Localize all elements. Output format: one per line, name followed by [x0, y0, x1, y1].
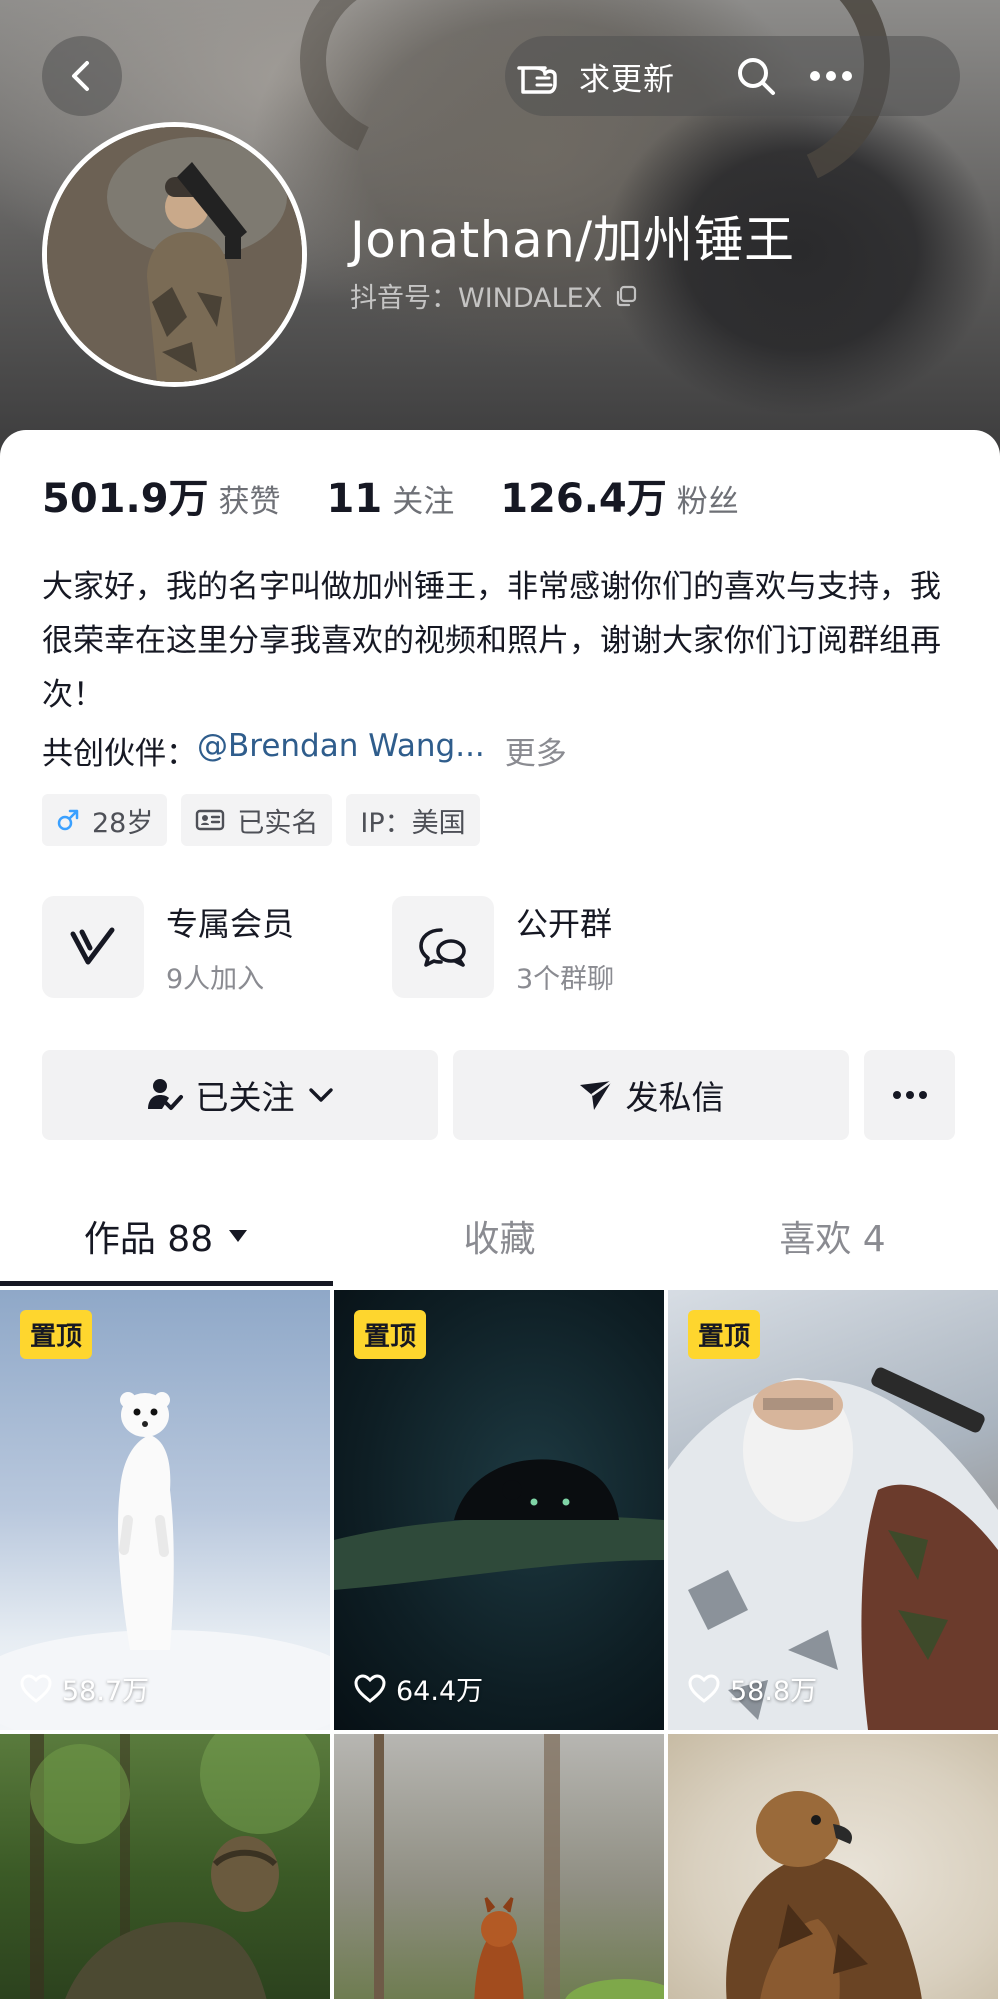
tab-works[interactable]: 作品 88 [0, 1186, 333, 1286]
header-action-pill: 求更新 [505, 36, 960, 116]
douyin-id-text: 抖音号：WINDALEX [350, 283, 603, 314]
ip-tag: IP：美国 [346, 794, 480, 846]
male-icon [57, 809, 79, 831]
video-thumbnail[interactable]: 置顶 58.8万 [668, 1290, 998, 1730]
vip-v-icon [70, 927, 115, 965]
likes-count: 501.9万 [42, 476, 209, 522]
tab-favorites[interactable]: 收藏 [333, 1186, 666, 1286]
pinned-badge: 置顶 [688, 1310, 761, 1359]
pointing-hand-icon [517, 66, 557, 94]
search-icon [738, 58, 775, 95]
likes-label: 获赞 [218, 484, 281, 520]
request-update-label: 求更新 [579, 61, 675, 98]
followed-button[interactable]: 已关注 [42, 1050, 438, 1140]
pinned-badge: 置顶 [20, 1310, 93, 1359]
request-update-button[interactable]: 求更新 [515, 36, 715, 116]
tab-works-label: 作品 88 [83, 1219, 214, 1260]
followers-label[interactable]: 粉丝 [677, 476, 739, 521]
membership-subtitle: 9人加入 [166, 963, 265, 995]
following-label[interactable]: 关注 [392, 476, 454, 521]
co-creator-more[interactable]: 更多 [505, 728, 567, 773]
video-likes-count: 64.4万 [396, 1676, 484, 1707]
video-grid: 置顶 58.7万 置顶 64.4万 置顶 58.8万 [0, 1290, 1000, 1999]
more-dots-icon [810, 71, 852, 81]
verified-tag: 已实名 [181, 794, 333, 846]
group-icon-box [392, 896, 494, 998]
background-horn [271, 0, 529, 189]
heart-icon [20, 1673, 52, 1703]
copy-icon[interactable] [614, 284, 638, 308]
video-thumbnail[interactable] [0, 1734, 330, 1999]
heart-icon [354, 1673, 386, 1703]
group-title: 公开群 [516, 904, 613, 943]
pinned-badge: 置顶 [354, 1310, 427, 1359]
age-tag: 28岁 [42, 794, 168, 846]
back-button[interactable] [42, 36, 122, 116]
chevron-down-icon [308, 1088, 333, 1102]
tab-likes-label: 喜欢 4 [779, 1219, 886, 1260]
send-message-label: 发私信 [625, 1078, 725, 1117]
followers-count[interactable]: 126.4万 [500, 466, 667, 524]
send-message-button[interactable]: 发私信 [453, 1050, 849, 1140]
content-tabs: 作品 88 收藏 喜欢 4 [0, 1186, 1000, 1286]
forest-hunter-image [30, 1734, 320, 1999]
video-likes-count: 58.7万 [62, 1676, 150, 1707]
membership-entry[interactable]: 专属会员 9人加入 [42, 896, 392, 998]
verified-text: 已实名 [237, 807, 319, 839]
co-creator-label: 共创伙伴： [42, 736, 197, 772]
hawk-image [726, 1791, 922, 1999]
profile-card: 501.9万 获赞 11 关注 126.4万 粉丝 大家好，我的名字叫做加州锤王… [0, 430, 1000, 1999]
user-check-icon [147, 1079, 183, 1110]
video-likes: 58.8万 [688, 1669, 817, 1708]
tab-likes[interactable]: 喜欢 4 [666, 1186, 999, 1286]
followed-label: 已关注 [195, 1078, 295, 1117]
search-button[interactable] [735, 36, 777, 116]
chevron-left-icon [72, 61, 89, 91]
profile-tags: 28岁 已实名 IP：美国 [42, 794, 494, 846]
tab-favorites-label: 收藏 [463, 1219, 536, 1260]
more-options-button[interactable] [809, 36, 853, 116]
photographer-avatar-image [47, 127, 302, 382]
more-dots-icon [892, 1091, 927, 1099]
profile-bio: 大家好，我的名字叫做加州锤王，非常感谢你们的喜欢与支持，我很荣幸在这里分享我喜欢… [42, 569, 941, 713]
following-count[interactable]: 11 [327, 476, 383, 522]
video-likes: 58.7万 [20, 1669, 149, 1708]
co-creator-row: 共创伙伴： @Brendan Wang... 更多 [42, 728, 567, 773]
group-text: 公开群 3个群聊 [516, 899, 614, 996]
video-thumbnail[interactable]: 置顶 58.7万 [0, 1290, 330, 1730]
heart-icon [688, 1673, 720, 1703]
public-group-entry[interactable]: 公开群 3个群聊 [392, 896, 742, 998]
video-thumbnail[interactable] [334, 1734, 664, 1999]
more-actions-button[interactable] [864, 1050, 955, 1140]
profile-features: 专属会员 9人加入 公开群 3个群聊 [42, 896, 742, 998]
profile-actions: 已关注 发私信 [42, 1050, 955, 1140]
membership-icon-box [42, 896, 144, 998]
co-creator-link[interactable]: @Brendan Wang... [197, 728, 485, 773]
caret-down-icon [229, 1230, 248, 1242]
profile-nickname: Jonathan/加州锤王 [350, 211, 795, 269]
profile-stats: 501.9万 获赞 11 关注 126.4万 粉丝 [42, 466, 785, 524]
video-likes-count: 58.8万 [730, 1676, 818, 1707]
squirrel-image [374, 1734, 664, 1999]
group-subtitle: 3个群聊 [516, 963, 615, 995]
profile-header: 求更新 Jonathan/加州锤王 抖音号：WINDALEX [0, 0, 1000, 470]
id-card-icon [196, 809, 225, 831]
paper-plane-icon [579, 1079, 613, 1110]
membership-text: 专属会员 9人加入 [166, 899, 294, 996]
avatar[interactable] [42, 122, 307, 387]
chat-bubbles-icon [419, 928, 466, 967]
membership-title: 专属会员 [166, 904, 295, 943]
douyin-id: 抖音号：WINDALEX [350, 276, 638, 315]
video-likes: 64.4万 [354, 1669, 483, 1708]
video-thumbnail[interactable] [668, 1734, 998, 1999]
age-text: 28岁 [92, 807, 154, 839]
ip-text: IP：美国 [360, 807, 466, 839]
video-thumbnail[interactable]: 置顶 64.4万 [334, 1290, 664, 1730]
